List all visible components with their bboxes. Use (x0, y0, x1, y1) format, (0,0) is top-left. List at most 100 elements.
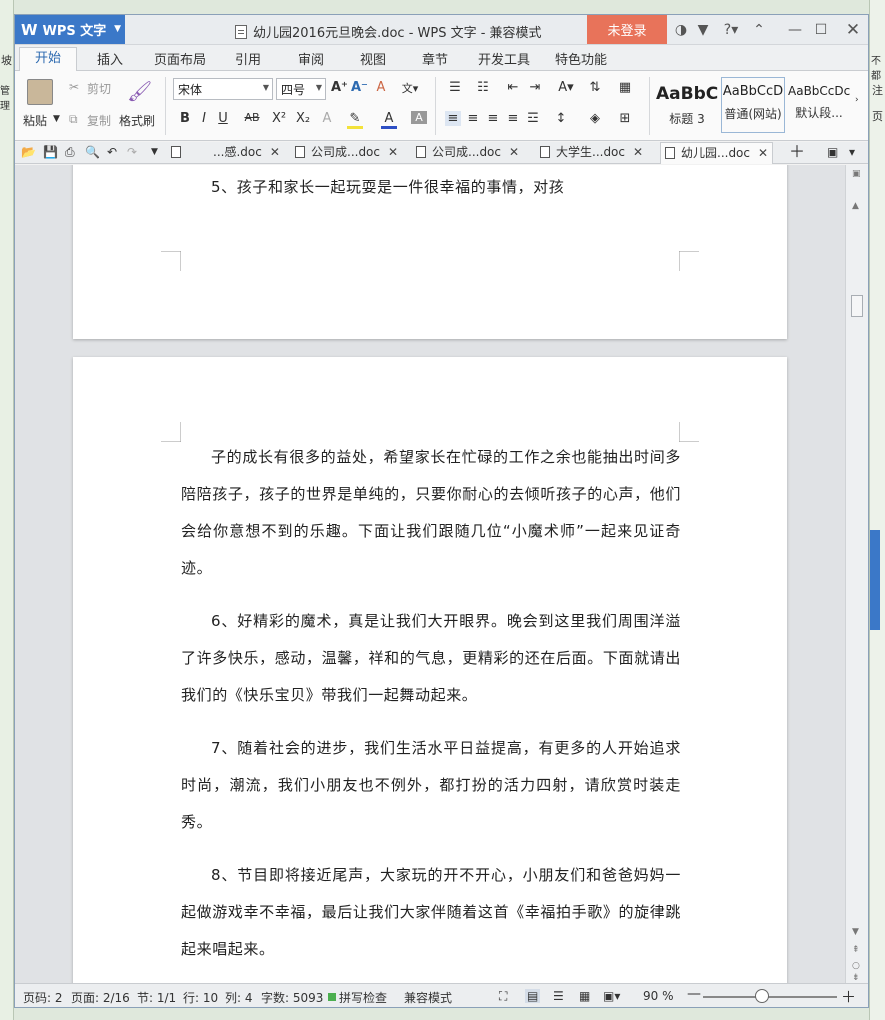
skin-icon[interactable]: ◑ (671, 20, 691, 40)
previous-page-icon[interactable]: ⇞ (852, 945, 860, 955)
close-icon[interactable]: ✕ (758, 146, 768, 160)
tab-special[interactable]: 特色功能 (555, 49, 607, 68)
close-icon[interactable]: ✕ (843, 20, 863, 40)
close-icon[interactable]: ✕ (509, 145, 519, 159)
doc-tab[interactable]: 公司成...doc ✕ (416, 142, 519, 164)
table-icon[interactable]: ▦ (617, 80, 633, 95)
format-painter-icon[interactable]: 🖌 (127, 79, 152, 103)
highlight-icon[interactable]: ✎ (347, 111, 363, 129)
style-default-paragraph[interactable]: AaBbCcDc 默认段... (787, 77, 851, 133)
borders-icon[interactable]: ⊞ (617, 111, 633, 126)
styles-more-icon[interactable]: › (855, 95, 859, 105)
copy-button[interactable]: 复制 (87, 112, 111, 129)
zoom-out-icon[interactable]: — (687, 986, 701, 1002)
tab-review[interactable]: 审阅 (298, 49, 324, 68)
distribute-icon[interactable]: ☲ (525, 111, 541, 126)
format-painter-button[interactable]: 格式刷 (119, 112, 155, 129)
tab-insert[interactable]: 插入 (97, 49, 123, 68)
print-icon[interactable]: ⎙ (65, 142, 75, 164)
login-button[interactable]: 未登录 (587, 15, 667, 44)
page-2-text[interactable]: 子的成长有很多的益处，希望家长在忙碌的工作之余也能抽出时间多陪陪孩子，孩子的世界… (181, 439, 681, 983)
full-screen-icon[interactable]: ⛶ (499, 989, 507, 1004)
undo-icon[interactable]: ↶ (107, 142, 117, 164)
doc-tab[interactable]: 公司成...doc ✕ (295, 142, 398, 164)
font-name-select[interactable]: 宋体 ▼ (173, 78, 273, 100)
font-size-select[interactable]: 四号 ▼ (276, 78, 326, 100)
shrink-font-icon[interactable]: A⁻ (351, 80, 368, 95)
maximize-icon[interactable]: ☐ (811, 20, 831, 40)
superscript-icon[interactable]: X² (271, 111, 287, 126)
paste-button[interactable]: 粘贴 (23, 112, 47, 129)
zoom-level[interactable]: 90 % (643, 989, 674, 1003)
underline-icon[interactable]: U (215, 111, 231, 126)
tab-list-icon[interactable]: ▣ (827, 142, 838, 164)
shirt-icon[interactable]: ▼ (693, 20, 713, 40)
strikethrough-icon[interactable]: AB (240, 111, 264, 124)
increase-indent-icon[interactable]: ⇥ (527, 80, 543, 95)
paste-icon[interactable] (27, 79, 53, 105)
quick-access-menu-icon[interactable]: ▼ (151, 142, 158, 164)
outline-view-icon[interactable]: ☰ (553, 989, 564, 1003)
numbering-icon[interactable]: ☷ (471, 80, 495, 95)
zoom-in-icon[interactable]: ＋ (841, 986, 856, 1007)
tab-options-icon[interactable]: ▾ (849, 142, 855, 164)
tab-page-layout[interactable]: 页面布局 (154, 49, 206, 68)
clear-format-icon[interactable]: A (373, 80, 389, 95)
style-heading-3[interactable]: AaBbC 标题 3 (655, 77, 719, 133)
help-icon[interactable]: ?▾ (717, 20, 745, 40)
page-view-icon[interactable]: ▤ (525, 989, 541, 1003)
grow-font-icon[interactable]: A⁺ (331, 80, 348, 95)
cut-button[interactable]: 剪切 (87, 80, 111, 97)
align-center-icon[interactable]: ≡ (465, 111, 481, 126)
zoom-slider-knob[interactable] (755, 989, 769, 1003)
status-page[interactable]: 页面: 2/16 (71, 989, 130, 1006)
doc-tab-active[interactable]: 幼儿园...doc ✕ (660, 142, 774, 164)
save-icon[interactable]: 💾 (43, 142, 58, 164)
align-right-icon[interactable]: ≡ (485, 111, 501, 126)
scrollbar-thumb[interactable] (851, 295, 863, 317)
tab-chapter[interactable]: 章节 (422, 49, 448, 68)
tab-references[interactable]: 引用 (235, 49, 261, 68)
tab-view[interactable]: 视图 (360, 49, 386, 68)
phonetic-guide-icon[interactable]: 文▾ (397, 80, 423, 96)
next-page-icon[interactable]: ⇟ (852, 973, 860, 983)
italic-icon[interactable]: I (196, 111, 212, 126)
font-color-icon[interactable]: A (381, 111, 397, 129)
browse-object-icon[interactable]: ○ (852, 961, 860, 971)
spell-check-button[interactable]: 拼写检查 (339, 989, 387, 1006)
vertical-scrollbar[interactable]: ▣ ▲ ▼ ⇞ ○ ⇟ (845, 165, 868, 983)
doc-tab[interactable]: ...感.doc ✕ (213, 142, 280, 164)
tab-developer[interactable]: 开发工具 (478, 49, 530, 68)
web-view-icon[interactable]: ▦ (579, 989, 590, 1003)
char-shading-icon[interactable]: A (411, 111, 427, 124)
bold-icon[interactable]: B (177, 111, 193, 126)
sort-icon[interactable]: ⇅ (587, 80, 603, 95)
reading-mode-icon[interactable]: ▣▾ (603, 989, 620, 1003)
tab-home[interactable]: 开始 (19, 47, 77, 72)
text-direction-icon[interactable]: A▾ (551, 80, 581, 95)
redo-icon[interactable]: ↷ (127, 142, 137, 164)
print-preview-icon[interactable]: 🔍 (85, 142, 100, 164)
style-normal-web[interactable]: AaBbCcD 普通(网站) (721, 77, 785, 133)
close-icon[interactable]: ✕ (388, 145, 398, 159)
close-icon[interactable]: ✕ (633, 145, 643, 159)
document-canvas[interactable]: 5、孩子和家长一起玩耍是一件很幸福的事情，对孩 子的成长有很多的益处，希望家长在… (15, 165, 845, 983)
decrease-indent-icon[interactable]: ⇤ (505, 80, 521, 95)
doc-tab[interactable]: 大学生...doc ✕ (540, 142, 643, 164)
text-effect-icon[interactable]: A (319, 111, 335, 126)
justify-icon[interactable]: ≡ (505, 111, 521, 126)
collapse-ribbon-icon[interactable]: ⌃ (749, 20, 769, 40)
minimize-icon[interactable]: — (785, 20, 805, 40)
align-left-icon[interactable]: ≡ (445, 111, 461, 126)
zoom-slider-track[interactable] (703, 996, 837, 998)
shading-icon[interactable]: ◈ (587, 111, 603, 126)
new-tab-icon[interactable]: ＋ (789, 142, 805, 164)
bullets-icon[interactable]: ☰ (443, 80, 467, 95)
close-icon[interactable]: ✕ (270, 145, 280, 159)
status-word-count[interactable]: 字数: 5093 (261, 989, 323, 1006)
chevron-down-icon[interactable]: ▼ (53, 114, 60, 124)
page-layout-icon[interactable]: ▣ (852, 169, 861, 179)
scroll-down-icon[interactable]: ▼ (852, 927, 859, 937)
app-menu-button[interactable]: W WPS 文字 ▼ (15, 15, 125, 44)
open-folder-icon[interactable]: 📂 (21, 142, 36, 164)
